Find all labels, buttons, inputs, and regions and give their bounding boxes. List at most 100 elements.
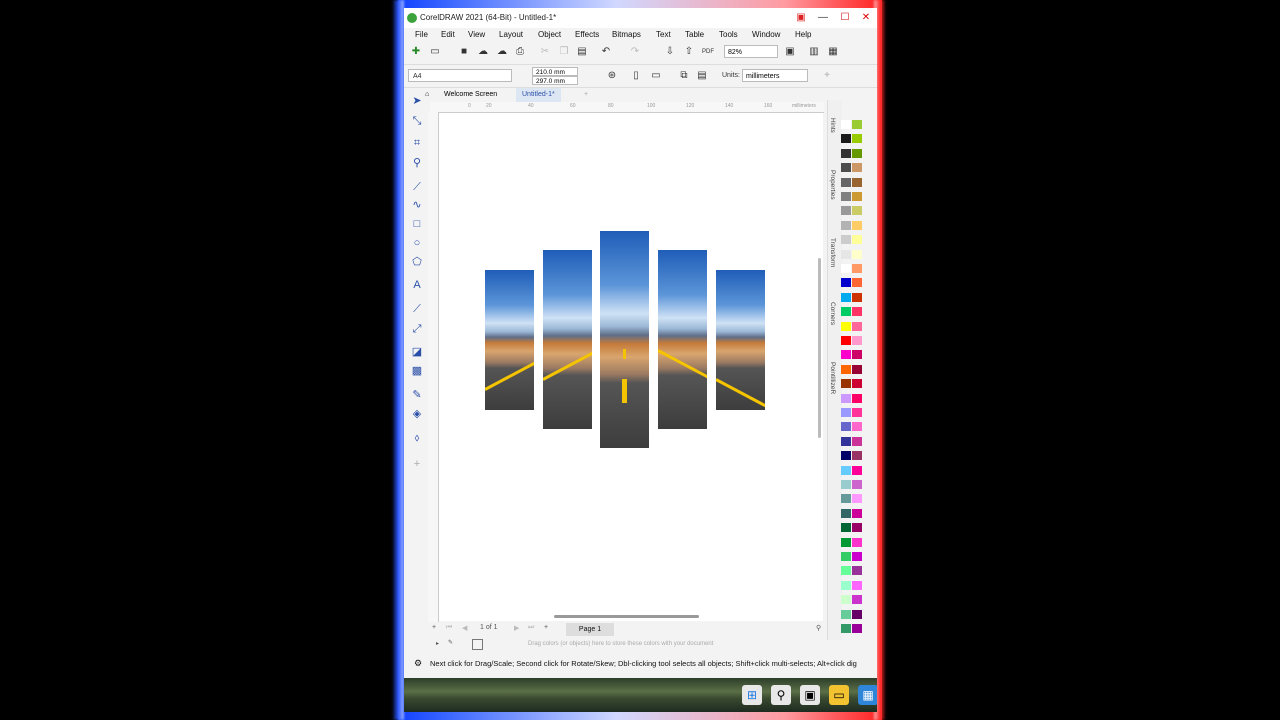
color-swatch[interactable] <box>852 321 862 331</box>
text-tool-icon[interactable]: A <box>410 278 424 292</box>
menu-edit[interactable]: Edit <box>441 30 455 39</box>
color-swatch[interactable] <box>852 148 862 158</box>
road-image-panel-5[interactable] <box>716 270 765 410</box>
color-swatch[interactable] <box>852 436 862 446</box>
tab-untitled-1[interactable]: Untitled-1* <box>516 88 561 102</box>
eyedropper-palette-icon[interactable]: ✎ <box>448 639 453 646</box>
landscape-icon[interactable]: ▭ <box>650 70 662 82</box>
color-swatch[interactable] <box>852 350 862 360</box>
vertical-ruler[interactable] <box>428 112 439 622</box>
color-swatch[interactable] <box>852 364 862 374</box>
drawing-canvas[interactable] <box>439 113 823 621</box>
menu-tools[interactable]: Tools <box>719 30 738 39</box>
all-pages-icon[interactable]: ⊛ <box>606 70 618 82</box>
color-swatch[interactable] <box>841 480 851 489</box>
color-swatch[interactable] <box>841 451 851 461</box>
zoom-tool-icon[interactable]: ⚲ <box>410 156 424 170</box>
color-swatch[interactable] <box>852 336 862 345</box>
color-swatch[interactable] <box>852 249 862 259</box>
page-height-field[interactable]: 297.0 mm <box>532 76 578 85</box>
polygon-tool-icon[interactable]: ⬠ <box>410 255 424 269</box>
color-swatch[interactable] <box>852 580 862 590</box>
zoom-page-icon[interactable]: ⚲ <box>816 624 821 632</box>
docker-tab-hints[interactable]: Hints <box>829 118 836 133</box>
full-screen-icon[interactable]: ▣ <box>784 46 796 58</box>
color-palette[interactable] <box>841 120 869 640</box>
next-page-icon[interactable]: ▶ <box>514 624 519 632</box>
menu-layout[interactable]: Layout <box>499 30 523 39</box>
search-icon[interactable]: ⚲ <box>771 685 791 705</box>
cut-icon[interactable]: ✂ <box>539 46 551 58</box>
color-swatch[interactable] <box>841 120 851 129</box>
add-page-icon[interactable]: + <box>432 624 436 631</box>
freehand-tool-icon[interactable]: ⟋ <box>410 180 424 194</box>
last-page-icon[interactable]: ⏭ <box>528 624 534 632</box>
color-swatch[interactable] <box>852 134 862 144</box>
color-swatch[interactable] <box>841 393 851 403</box>
menu-view[interactable]: View <box>468 30 485 39</box>
minimize-button[interactable]: — <box>815 11 831 25</box>
rectangle-tool-icon[interactable]: □ <box>410 217 424 231</box>
horizontal-ruler[interactable]: 0 20 40 60 80 100 120 140 160 millimeter… <box>430 102 824 113</box>
color-swatch[interactable] <box>852 508 862 518</box>
color-swatch[interactable] <box>841 206 851 216</box>
interactive-fill-icon[interactable]: ◈ <box>410 407 424 421</box>
portrait-icon[interactable]: ▯ <box>630 70 642 82</box>
page-size-select[interactable]: A4 <box>408 69 512 82</box>
task-view-icon[interactable]: ▣ <box>800 685 820 705</box>
color-swatch[interactable] <box>841 249 851 259</box>
color-swatch[interactable] <box>852 163 862 173</box>
menu-file[interactable]: File <box>415 30 428 39</box>
redo-icon[interactable]: ↷ <box>629 46 641 58</box>
color-swatch[interactable] <box>841 307 851 317</box>
color-swatch[interactable] <box>852 192 862 201</box>
undo-icon[interactable]: ↶ <box>600 46 612 58</box>
color-swatch[interactable] <box>852 307 862 317</box>
color-swatch[interactable] <box>841 336 851 345</box>
expand-palette-icon[interactable]: ▸ <box>436 640 439 647</box>
import-icon[interactable]: ⇩ <box>664 46 676 58</box>
color-swatch[interactable] <box>852 624 862 633</box>
add-page-after-icon[interactable]: + <box>544 624 548 631</box>
document-palette[interactable]: ▸ ✎ Drag colors (or objects) here to sto… <box>428 638 828 652</box>
download-cloud-icon[interactable]: ☁ <box>496 46 508 58</box>
smart-fill-icon[interactable]: ⬨ <box>410 431 424 445</box>
color-swatch[interactable] <box>852 552 862 561</box>
no-color-swatch-icon[interactable] <box>472 639 483 650</box>
restore-app-icon[interactable]: ▣ <box>793 11 809 25</box>
home-icon[interactable]: ⌂ <box>425 88 435 102</box>
color-swatch[interactable] <box>841 408 851 417</box>
ellipse-tool-icon[interactable]: ○ <box>410 236 424 250</box>
color-swatch[interactable] <box>852 264 862 273</box>
color-swatch[interactable] <box>852 523 862 533</box>
menu-help[interactable]: Help <box>795 30 811 39</box>
units-select[interactable]: millimeters <box>742 69 808 82</box>
horizontal-scrollbar[interactable] <box>554 615 699 618</box>
color-swatch[interactable] <box>852 220 862 230</box>
road-image-panel-3[interactable] <box>600 231 649 448</box>
color-swatch[interactable] <box>841 364 851 374</box>
connector-tool-icon[interactable]: ⤢ <box>410 322 424 336</box>
shape-tool-icon[interactable]: ⤡ <box>410 114 424 128</box>
color-swatch[interactable] <box>841 177 851 187</box>
color-swatch[interactable] <box>841 580 851 590</box>
color-swatch[interactable] <box>841 624 851 633</box>
zoom-level-select[interactable]: 82% <box>724 45 778 58</box>
parallel-dimension-icon[interactable]: ⟋ <box>410 302 424 316</box>
page-tab[interactable]: Page 1 <box>566 623 614 636</box>
color-swatch[interactable] <box>841 220 851 230</box>
menu-text[interactable]: Text <box>656 30 671 39</box>
menu-table[interactable]: Table <box>685 30 704 39</box>
color-swatch[interactable] <box>852 537 862 547</box>
color-swatch[interactable] <box>841 595 851 605</box>
add-tool-icon[interactable]: + <box>410 457 424 471</box>
color-swatch[interactable] <box>841 264 851 273</box>
color-swatch[interactable] <box>841 134 851 144</box>
new-document-icon[interactable]: ✚ <box>410 46 422 58</box>
close-button[interactable]: ✕ <box>858 11 874 25</box>
maximize-button[interactable]: ☐ <box>837 11 853 25</box>
color-swatch[interactable] <box>841 465 851 475</box>
page-layout-icon[interactable]: ▤ <box>696 70 708 82</box>
menu-bitmaps[interactable]: Bitmaps <box>612 30 641 39</box>
menu-window[interactable]: Window <box>752 30 780 39</box>
